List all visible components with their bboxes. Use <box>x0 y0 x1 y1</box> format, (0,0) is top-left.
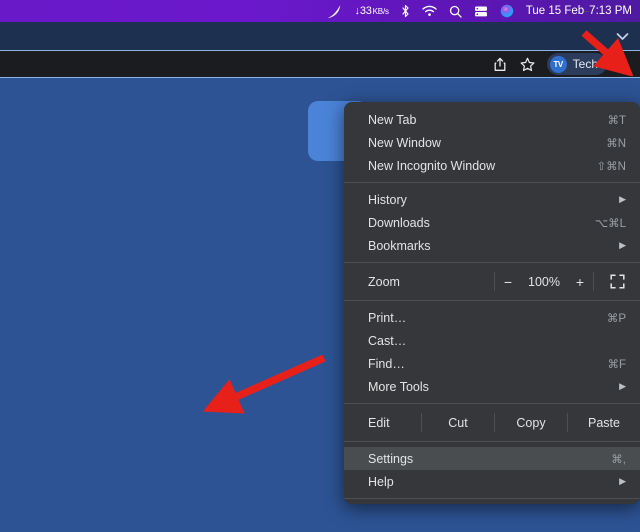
menu-item-accel: ⌘P <box>607 311 626 325</box>
download-speed-unit: KB/s <box>373 7 389 16</box>
menu-item-label: Settings <box>368 452 611 466</box>
browser-window: TV Tech New Tab ⌘T New Window ⌘N New Inc… <box>0 22 640 532</box>
avatar: TV <box>550 56 567 73</box>
menu-item-accel: ⌥⌘L <box>595 216 626 230</box>
menu-item-label: Find… <box>368 357 607 371</box>
menu-separator <box>344 403 640 404</box>
menu-item-label: New Tab <box>368 113 607 127</box>
menu-row-edit: Edit Cut Copy Paste <box>344 409 640 436</box>
menu-separator <box>344 182 640 183</box>
zoom-out-button[interactable]: − <box>495 268 521 295</box>
siri-icon[interactable] <box>500 4 514 18</box>
fullscreen-icon[interactable] <box>594 268 640 295</box>
macos-menu-bar: ↓ 33 KB/s <box>0 0 640 22</box>
menu-row-zoom: Zoom − 100% + <box>344 268 640 295</box>
zoom-level-value: 100% <box>521 275 567 289</box>
menu-separator <box>344 300 640 301</box>
chevron-right-icon: ▶ <box>619 194 626 205</box>
share-icon[interactable] <box>487 53 513 75</box>
paste-button[interactable]: Paste <box>568 409 640 436</box>
menu-item-help[interactable]: Help ▶ <box>344 470 640 493</box>
menu-item-new-tab[interactable]: New Tab ⌘T <box>344 108 640 131</box>
menu-item-bookmarks[interactable]: Bookmarks ▶ <box>344 234 640 257</box>
menu-item-accel: ⌘N <box>606 136 626 150</box>
menu-item-find[interactable]: Find… ⌘F <box>344 352 640 375</box>
zoom-controls: − 100% + <box>495 268 593 295</box>
menu-item-print[interactable]: Print… ⌘P <box>344 306 640 329</box>
menu-item-label: Cast… <box>368 334 626 348</box>
menu-item-label: More Tools <box>368 380 619 394</box>
chevron-down-icon[interactable] <box>614 28 630 44</box>
profile-chip[interactable]: TV Tech <box>547 53 607 75</box>
menu-item-label: New Window <box>368 136 606 150</box>
chrome-main-menu: New Tab ⌘T New Window ⌘N New Incognito W… <box>344 102 640 504</box>
zoom-label: Zoom <box>344 268 494 295</box>
menu-item-history[interactable]: History ▶ <box>344 188 640 211</box>
copy-button[interactable]: Copy <box>495 409 567 436</box>
menu-item-settings[interactable]: Settings ⌘, <box>344 447 640 470</box>
chevron-right-icon: ▶ <box>619 240 626 251</box>
star-icon[interactable] <box>515 53 541 75</box>
menubar-clock[interactable]: Tue 15 Feb 7:13 PM <box>526 5 632 17</box>
cut-button[interactable]: Cut <box>422 409 494 436</box>
download-speed-value: 33 <box>360 5 372 17</box>
menu-separator <box>344 498 640 499</box>
menu-item-label: Help <box>368 475 619 489</box>
chevron-right-icon: ▶ <box>619 381 626 392</box>
menu-separator <box>344 441 640 442</box>
display-icon[interactable] <box>474 5 488 18</box>
profile-name: Tech <box>573 57 598 71</box>
menu-item-downloads[interactable]: Downloads ⌥⌘L <box>344 211 640 234</box>
wifi-icon[interactable] <box>422 5 437 17</box>
feather-icon[interactable] <box>325 3 344 18</box>
search-icon[interactable] <box>449 5 462 18</box>
tab-strip <box>0 22 640 50</box>
menu-item-accel: ⌘T <box>607 113 626 127</box>
menu-item-label: Print… <box>368 311 607 325</box>
menu-item-label: Downloads <box>368 216 595 230</box>
browser-toolbar: TV Tech <box>0 50 640 78</box>
three-dot-menu-icon[interactable] <box>610 52 634 76</box>
menu-item-new-incognito-window[interactable]: New Incognito Window ⇧⌘N <box>344 154 640 177</box>
menu-item-accel: ⌘, <box>611 452 626 466</box>
chevron-right-icon: ▶ <box>619 476 626 487</box>
zoom-in-button[interactable]: + <box>567 268 593 295</box>
menu-item-new-window[interactable]: New Window ⌘N <box>344 131 640 154</box>
menu-item-accel: ⌘F <box>607 357 626 371</box>
menu-item-more-tools[interactable]: More Tools ▶ <box>344 375 640 398</box>
menu-item-label: Bookmarks <box>368 239 619 253</box>
edit-label: Edit <box>344 409 421 436</box>
menu-item-cast[interactable]: Cast… <box>344 329 640 352</box>
bluetooth-icon[interactable] <box>401 4 410 18</box>
menu-separator <box>344 262 640 263</box>
menu-item-label: New Incognito Window <box>368 159 597 173</box>
download-speed-indicator[interactable]: ↓ 33 KB/s <box>355 5 389 17</box>
menubar-date: Tue 15 Feb <box>526 5 584 17</box>
menubar-time: 7:13 PM <box>589 5 632 17</box>
menu-item-label: History <box>368 193 619 207</box>
menu-item-accel: ⇧⌘N <box>597 159 626 173</box>
